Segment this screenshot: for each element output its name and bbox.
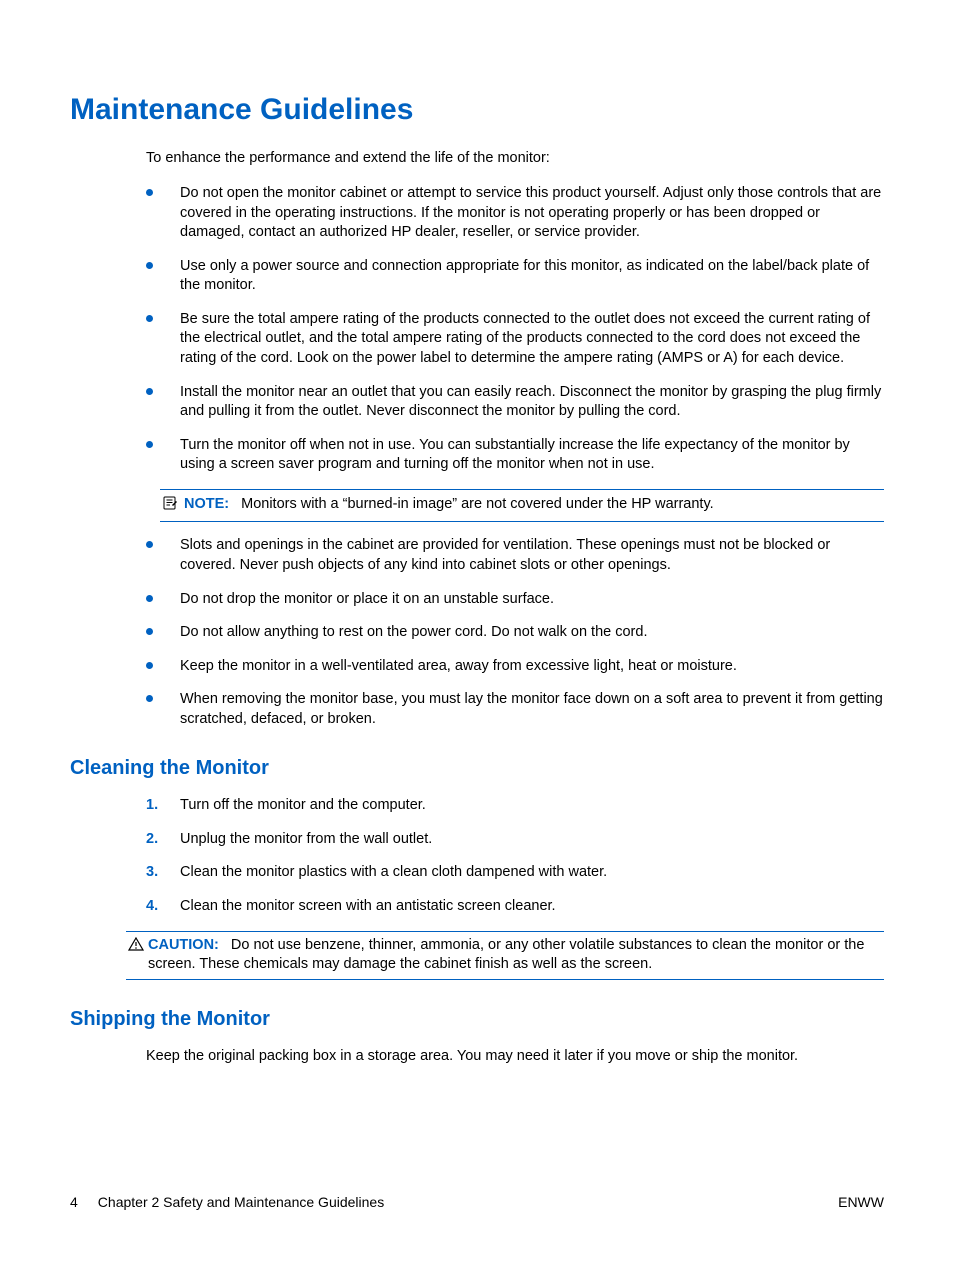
note-label: NOTE: bbox=[184, 496, 229, 512]
note-text: Monitors with a “burned-in image” are no… bbox=[241, 496, 714, 512]
step-text: Unplug the monitor from the wall outlet. bbox=[180, 831, 432, 847]
list-item: Keep the monitor in a well-ventilated ar… bbox=[146, 657, 884, 677]
list-item: Slots and openings in the cabinet are pr… bbox=[146, 536, 884, 575]
step-number: 1. bbox=[146, 796, 158, 816]
step-text: Turn off the monitor and the computer. bbox=[180, 797, 426, 813]
shipping-heading: Shipping the Monitor bbox=[70, 1006, 884, 1033]
step-number: 3. bbox=[146, 863, 158, 883]
note-callout: NOTE: Monitors with a “burned-in image” a… bbox=[160, 489, 884, 523]
page-number: 4 bbox=[70, 1193, 78, 1212]
list-item: 4. Clean the monitor screen with an antis… bbox=[146, 897, 884, 917]
page-footer: 4 Chapter 2 Safety and Maintenance Guide… bbox=[70, 1193, 884, 1212]
shipping-text: Keep the original packing box in a stora… bbox=[146, 1047, 884, 1067]
bullet-list-b: Slots and openings in the cabinet are pr… bbox=[146, 536, 884, 729]
list-item: Be sure the total ampere rating of the p… bbox=[146, 310, 884, 369]
list-item: Install the monitor near an outlet that … bbox=[146, 383, 884, 422]
caution-text: Do not use benzene, thinner, ammonia, or… bbox=[148, 937, 864, 973]
note-icon bbox=[162, 496, 180, 517]
list-item: Use only a power source and connection a… bbox=[146, 257, 884, 296]
list-item: Do not open the monitor cabinet or attem… bbox=[146, 184, 884, 243]
locale-label: ENWW bbox=[838, 1193, 884, 1212]
caution-label: CAUTION: bbox=[148, 937, 219, 953]
list-item: When removing the monitor base, you must… bbox=[146, 690, 884, 729]
list-item: 1. Turn off the monitor and the computer. bbox=[146, 796, 884, 816]
step-number: 4. bbox=[146, 897, 158, 917]
list-item: 3. Clean the monitor plastics with a clea… bbox=[146, 863, 884, 883]
list-item: Turn the monitor off when not in use. Yo… bbox=[146, 436, 884, 475]
step-text: Clean the monitor plastics with a clean … bbox=[180, 864, 607, 880]
list-item: Do not allow anything to rest on the pow… bbox=[146, 623, 884, 643]
caution-icon bbox=[128, 937, 146, 958]
caution-callout: CAUTION:Do not use benzene, thinner, amm… bbox=[126, 931, 884, 980]
intro-text: To enhance the performance and extend th… bbox=[146, 149, 884, 169]
list-item: 2. Unplug the monitor from the wall outle… bbox=[146, 830, 884, 850]
bullet-list-a: Do not open the monitor cabinet or attem… bbox=[146, 184, 884, 475]
step-text: Clean the monitor screen with an antista… bbox=[180, 898, 556, 914]
list-item: Do not drop the monitor or place it on a… bbox=[146, 590, 884, 610]
cleaning-steps: 1. Turn off the monitor and the computer.… bbox=[146, 796, 884, 916]
cleaning-heading: Cleaning the Monitor bbox=[70, 755, 884, 782]
page-title: Maintenance Guidelines bbox=[70, 90, 884, 131]
step-number: 2. bbox=[146, 830, 158, 850]
chapter-label: Chapter 2 Safety and Maintenance Guideli… bbox=[98, 1193, 384, 1212]
